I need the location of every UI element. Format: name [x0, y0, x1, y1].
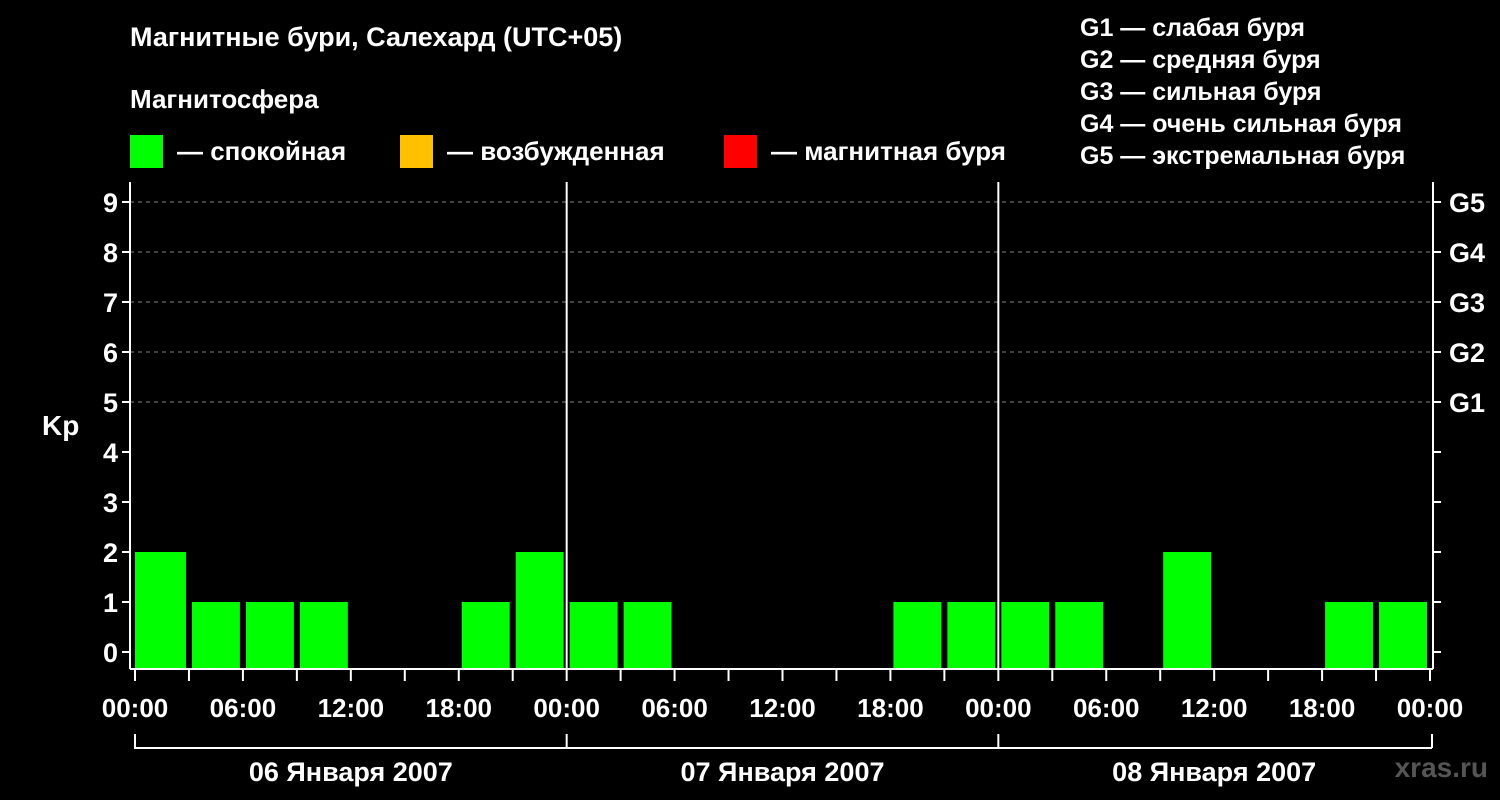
- kp-bar: [569, 602, 618, 668]
- x-tick-label: 12:00: [1181, 693, 1248, 723]
- storm-level-label: G5: [1449, 188, 1485, 218]
- kp-bar: [1163, 552, 1212, 668]
- y-tick-label: 6: [103, 338, 118, 368]
- y-tick-label: 4: [103, 438, 118, 468]
- x-tick-label: 06:00: [641, 693, 708, 723]
- kp-bar: [1055, 602, 1104, 668]
- kp-bar: [893, 602, 942, 668]
- y-tick-label: 8: [103, 238, 118, 268]
- y-tick-label: 2: [103, 538, 118, 568]
- kp-bar: [1001, 602, 1050, 668]
- kp-bar: [245, 602, 294, 668]
- x-tick-label: 00:00: [965, 693, 1032, 723]
- day-label: 06 Января 2007: [249, 757, 453, 787]
- x-tick-label: 18:00: [857, 693, 924, 723]
- watermark: xras.ru: [1394, 752, 1488, 783]
- y-tick-label: 0: [103, 638, 118, 668]
- x-tick-label: 18:00: [426, 693, 493, 723]
- y-tick-label: 9: [103, 188, 118, 218]
- x-tick-label: 06:00: [1073, 693, 1140, 723]
- kp-bar: [299, 602, 348, 668]
- y-tick-label: 5: [103, 388, 118, 418]
- y-tick-label: 3: [103, 488, 118, 518]
- kp-bar: [1325, 602, 1374, 668]
- x-tick-label: 06:00: [210, 693, 277, 723]
- y-tick-label: 7: [103, 288, 118, 318]
- x-tick-label: 12:00: [318, 693, 385, 723]
- storm-level-label: G2: [1449, 338, 1485, 368]
- kp-bar: [461, 602, 510, 668]
- x-tick-label: 12:00: [749, 693, 816, 723]
- kp-bar: [191, 602, 240, 668]
- x-tick-label: 18:00: [1289, 693, 1356, 723]
- kp-chart: 0 1 2 3 4 5 6 7 8 9 G1 G2 G3 G4 G5 00:00 06:00 12:00 18:00…: [102, 182, 1485, 787]
- x-tick-label: 00:00: [533, 693, 600, 723]
- kp-bar: [135, 552, 186, 668]
- kp-bar: [947, 602, 996, 668]
- storm-level-label: G3: [1449, 288, 1485, 318]
- x-tick-label: 00:00: [102, 693, 169, 723]
- x-tick-label: 00:00: [1397, 693, 1464, 723]
- storm-level-label: G4: [1449, 238, 1485, 268]
- day-label: 08 Января 2007: [1112, 757, 1316, 787]
- storm-level-label: G1: [1449, 388, 1485, 418]
- kp-bar: [623, 602, 672, 668]
- kp-bar: [1379, 602, 1427, 668]
- y-tick-label: 1: [103, 588, 118, 618]
- kp-bar: [515, 552, 564, 668]
- day-label: 07 Января 2007: [681, 757, 885, 787]
